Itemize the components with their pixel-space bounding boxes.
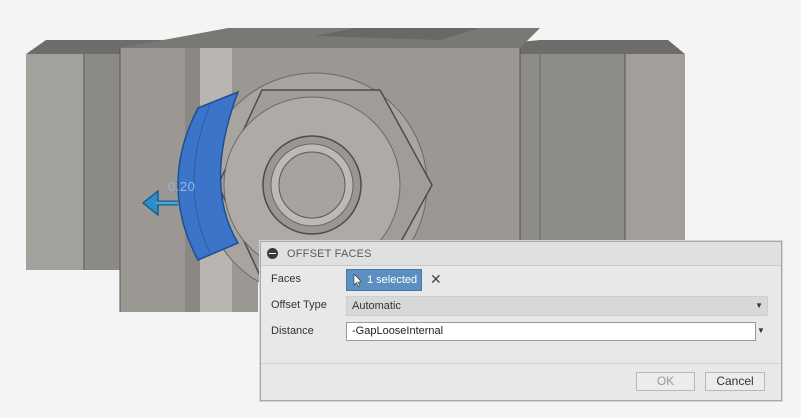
faces-selection-button[interactable]: 1 selected	[346, 269, 422, 291]
distance-row: Distance -GapLooseInternal ▼	[261, 320, 781, 344]
distance-input[interactable]: -GapLooseInternal	[346, 322, 756, 341]
right-block-face	[625, 54, 685, 245]
distance-label: Distance	[271, 325, 314, 337]
dialog-footer: OK Cancel	[261, 363, 781, 400]
center-block-top	[120, 28, 540, 48]
right-block-top	[520, 40, 685, 54]
offset-type-value: Automatic	[352, 300, 401, 312]
faces-selection-text: 1 selected	[367, 274, 418, 286]
faces-row: Faces 1 selected ✕	[261, 268, 781, 292]
offset-type-label: Offset Type	[271, 299, 327, 311]
cancel-button[interactable]: Cancel	[705, 372, 765, 391]
left-block-bevel	[26, 54, 84, 270]
dialog-body: Faces 1 selected ✕ Offset Type Automatic…	[261, 266, 781, 362]
clear-x-icon[interactable]: ✕	[430, 271, 444, 287]
dialog-title: OFFSET FACES	[287, 247, 372, 260]
chevron-down-icon: ▼	[755, 301, 763, 310]
offset-type-select[interactable]: Automatic ▼	[346, 296, 768, 316]
collapse-icon[interactable]	[267, 248, 278, 259]
chevron-down-icon[interactable]: ▼	[757, 326, 765, 335]
offset-faces-dialog: OFFSET FACES Faces 1 selected ✕ Offset T…	[260, 241, 782, 401]
faces-label: Faces	[271, 273, 301, 285]
cursor-arrow-icon	[353, 273, 362, 287]
ok-button[interactable]: OK	[636, 372, 695, 391]
dimension-value[interactable]: 0.20	[168, 179, 195, 194]
bore-inner	[278, 151, 346, 219]
dialog-header: OFFSET FACES	[261, 242, 781, 266]
offset-type-row: Offset Type Automatic ▼	[261, 294, 781, 318]
